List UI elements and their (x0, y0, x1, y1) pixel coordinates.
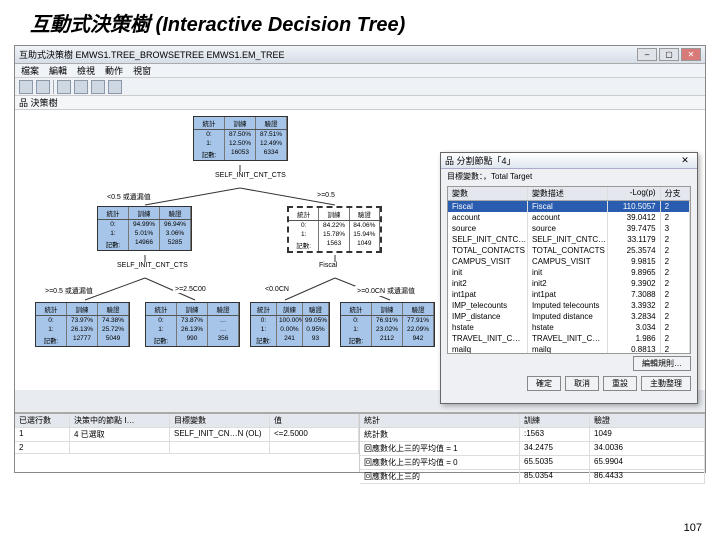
panel-title: 品 決策樹 (15, 96, 705, 110)
table-row[interactable]: sourcesource39.74753 (448, 223, 690, 234)
table-row[interactable]: CAMPUS_VISITCAMPUS_VISIT9.98152 (448, 256, 690, 267)
page-number: 107 (684, 522, 702, 534)
branch-label: >=0.0CN 或遺漏值 (355, 286, 417, 296)
table-row[interactable]: SELF_INIT_CNTC…SELF_INIT_CNTC…33.11792 (448, 234, 690, 245)
slide-title: 互動式決策樹 (Interactive Decision Tree) (0, 0, 720, 45)
close-button[interactable]: ✕ (681, 48, 701, 61)
col-header[interactable]: 變數描述 (528, 187, 608, 200)
menubar: 檔案 編輯 檢視 動作 視窗 (15, 64, 705, 78)
bottom-left-table[interactable]: 已選行數決策中的節點 I…目標變數值 14 已選取SELF_INIT_CN…N … (15, 414, 360, 472)
branch-label: >=0.5 (315, 192, 337, 199)
table-row[interactable]: IMP_telecountsImputed telecounts3.39322 (448, 300, 690, 311)
tree-leaf[interactable]: 統計訓練驗證 0:73.97%74.38% 1:26.13%25.72% 記數:… (35, 302, 130, 347)
col-header[interactable]: 變數 (448, 187, 528, 200)
dialog-subtitle: 目標變數：，Total Target (441, 169, 697, 184)
table-row[interactable]: TRAVEL_INIT_C…TRAVEL_INIT_C…1.9862 (448, 333, 690, 344)
refresh-button[interactable]: 主動整理 (641, 376, 691, 391)
titlebar: 互助式決策樹 EMWS1.TREE_BROWSETREE EMWS1.EM_TR… (15, 46, 705, 64)
table-row[interactable]: hstatehstate3.0342 (448, 322, 690, 333)
tool-icon[interactable] (19, 80, 33, 94)
reset-button[interactable]: 重設 (603, 376, 637, 391)
dialog-table[interactable]: 變數 變數描述 -Log(p) 分支 FiscalFiscal110.50572… (447, 186, 691, 354)
tree-root-node[interactable]: 統計訓練驗證 0:87.50%87.51% 1:12.50%12.49% 記數:… (193, 116, 288, 161)
menu-item[interactable]: 動作 (105, 64, 123, 77)
tool-icon[interactable] (74, 80, 88, 94)
branch-label: <0.0CN (263, 286, 291, 293)
tree-node-selected[interactable]: 統計訓練驗證 0:84.22%84.06% 1:15.78%15.94% 記數:… (287, 206, 382, 253)
tool-icon[interactable] (57, 80, 71, 94)
toolbar (15, 78, 705, 96)
split-label: SELF_INIT_CNT_CTS (213, 172, 288, 179)
edit-rule-button[interactable]: 編輯規則… (633, 356, 691, 371)
branch-label: >=2.5C00 (173, 286, 208, 293)
col-header[interactable]: 分支 (661, 187, 690, 200)
tree-leaf[interactable]: 統計訓練驗證 0:100.00%99.05% 1:0.00%0.95% 記數:2… (250, 302, 330, 347)
cancel-button[interactable]: 取消 (565, 376, 599, 391)
col-header[interactable]: -Log(p) (608, 187, 661, 200)
menu-item[interactable]: 檢視 (77, 64, 95, 77)
tree-leaf[interactable]: 統計訓練驗證 0:73.87%… 1:26.13%… 記數:990356 (145, 302, 240, 347)
tree-node[interactable]: 統計訓練驗證 0:94.99%96.94% 1:5.01%3.06% 記數:14… (97, 206, 192, 251)
ok-button[interactable]: 確定 (527, 376, 561, 391)
dialog-titlebar: 品 分割節點「4」 ✕ (441, 153, 697, 169)
menu-item[interactable]: 視窗 (133, 64, 151, 77)
table-row[interactable]: IMP_distanceImputed distance3.28342 (448, 311, 690, 322)
table-row[interactable]: int1patint1pat7.30882 (448, 289, 690, 300)
tool-icon[interactable] (108, 80, 122, 94)
table-row[interactable]: init2init29.39022 (448, 278, 690, 289)
tree-leaf[interactable]: 統計訓練驗證 0:76.91%77.91% 1:23.02%22.09% 記數:… (340, 302, 435, 347)
tool-icon[interactable] (91, 80, 105, 94)
menu-item[interactable]: 檔案 (21, 64, 39, 77)
branch-label: >=0.5 或遺漏值 (43, 286, 95, 296)
minimize-button[interactable]: – (637, 48, 657, 61)
maximize-button[interactable]: ▢ (659, 48, 679, 61)
table-row[interactable]: mailqmailq0.88132 (448, 344, 690, 354)
split-node-dialog: 品 分割節點「4」 ✕ 目標變數：，Total Target 變數 變數描述 -… (440, 152, 698, 404)
menu-item[interactable]: 編輯 (49, 64, 67, 77)
bottom-pane: 已選行數決策中的節點 I…目標變數值 14 已選取SELF_INIT_CN…N … (15, 412, 705, 472)
split-label: Fiscal (317, 262, 339, 269)
split-label: SELF_INIT_CNT_CTS (115, 262, 190, 269)
branch-label: <0.5 或遺漏值 (105, 192, 153, 202)
table-row[interactable]: initinit9.89652 (448, 267, 690, 278)
bottom-right-table[interactable]: 統計訓練驗證 統計數:15631049 回應數化上三的平均值 = 134.247… (360, 414, 705, 472)
table-row[interactable]: FiscalFiscal110.50572 (448, 201, 690, 212)
dialog-title: 品 分割節點「4」 (445, 154, 516, 167)
table-row[interactable]: accountaccount39.04122 (448, 212, 690, 223)
window-title: 互助式決策樹 EMWS1.TREE_BROWSETREE EMWS1.EM_TR… (19, 48, 285, 61)
dialog-close-button[interactable]: ✕ (677, 155, 693, 166)
table-row[interactable]: TOTAL_CONTACTSTOTAL_CONTACTS25.35742 (448, 245, 690, 256)
tool-icon[interactable] (36, 80, 50, 94)
